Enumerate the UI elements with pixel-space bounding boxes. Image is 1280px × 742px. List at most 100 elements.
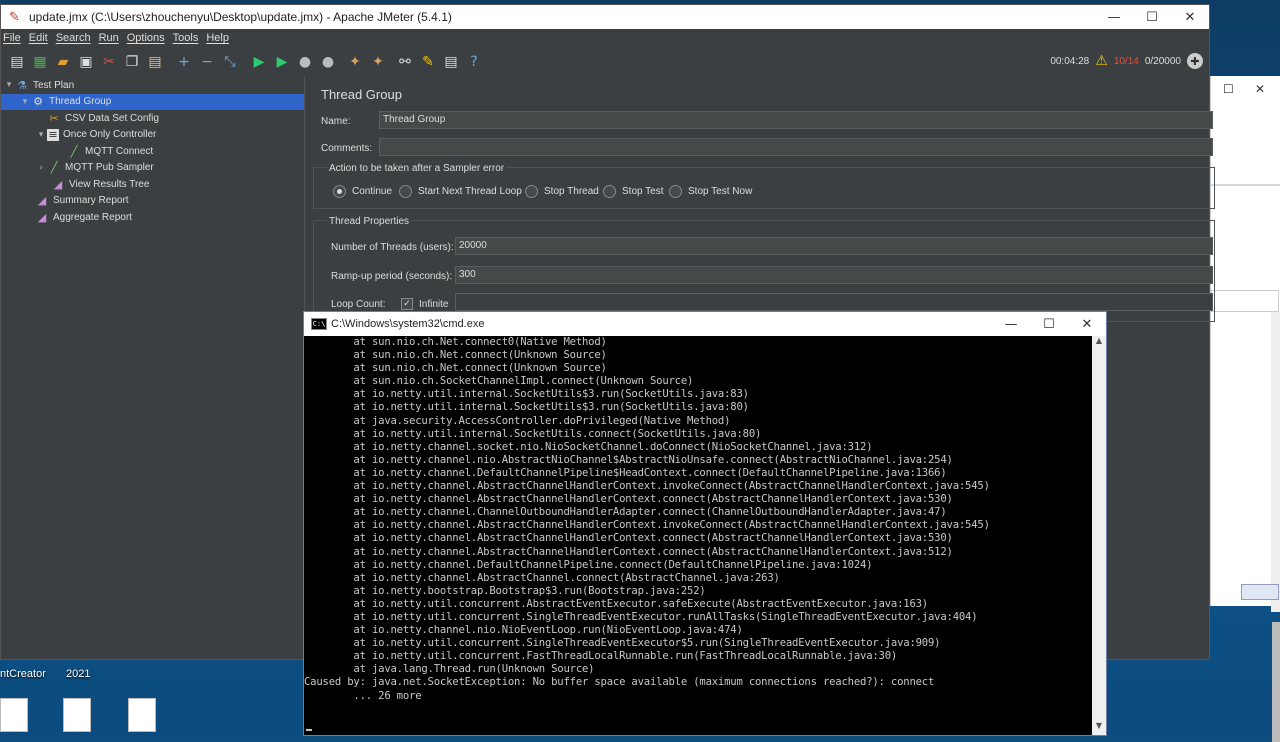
infinite-checkbox[interactable]: ✓ Infinite (401, 298, 448, 310)
console-line: at io.netty.channel.AbstractChannelHandl… (304, 532, 953, 545)
close-icon[interactable]: ✕ (1068, 312, 1106, 336)
spreadsheet-icon[interactable] (63, 698, 91, 732)
name-field[interactable]: Thread Group (379, 111, 1213, 129)
tree-item-label: CSV Data Set Config (65, 112, 159, 124)
menu-search[interactable]: Search (56, 32, 91, 44)
tree-item-aggregate-report[interactable]: ◢ Aggregate Report (1, 209, 304, 226)
function-helper-icon[interactable]: ▤ (441, 52, 461, 72)
name-label: Name: (321, 116, 351, 127)
test-plan-tree: ▾ ⚗ Test Plan ▾ ⚙ Thread Group ✂ CSV Dat… (1, 77, 305, 659)
help-icon[interactable]: ? (464, 52, 484, 72)
copy-icon[interactable]: ❐ (122, 52, 142, 72)
clear-all-icon[interactable]: ✦ (368, 52, 388, 72)
threads-field[interactable]: 20000 (455, 237, 1213, 255)
cut-icon[interactable]: ✂ (99, 52, 119, 72)
console-line: ... 26 more (304, 689, 422, 702)
view-toggle-icons[interactable] (1241, 584, 1279, 600)
radio-label: Stop Thread (544, 186, 599, 197)
expand-icon[interactable]: + (174, 52, 194, 72)
rampup-field[interactable]: 300 (455, 266, 1213, 284)
tree-item-csv-data-set[interactable]: ✂ CSV Data Set Config (1, 110, 304, 127)
radio-stop-thread[interactable]: Stop Thread (525, 185, 599, 198)
tree-item-summary-report[interactable]: ◢ Summary Report (1, 193, 304, 210)
paste-icon[interactable]: ▤ (145, 52, 165, 72)
controller-icon: ≡ (47, 128, 59, 142)
clear-icon[interactable]: ✦ (345, 52, 365, 72)
minimize-icon[interactable]: — (1095, 5, 1133, 29)
tree-item-once-only-controller[interactable]: ▾ ≡ Once Only Controller (1, 127, 304, 144)
desktop-label: 2021 (66, 668, 91, 680)
close-icon[interactable]: ✕ (1171, 5, 1209, 29)
reset-search-icon[interactable]: ✎ (418, 52, 438, 72)
console-line: at io.netty.channel.nio.NioEventLoop.run… (304, 624, 743, 637)
file-icon[interactable] (128, 698, 156, 732)
scroll-up-icon[interactable]: ▲ (1092, 336, 1106, 350)
minimize-icon[interactable]: — (992, 312, 1030, 336)
close-icon[interactable]: ✕ (1255, 82, 1265, 96)
menu-help[interactable]: Help (206, 32, 229, 44)
tree-item-mqtt-connect[interactable]: ╱ MQTT Connect (1, 143, 304, 160)
console-line: at io.netty.channel.AbstractChannelHandl… (304, 519, 990, 532)
title-bar: ✎ update.jmx (C:\Users\zhouchenyu\Deskto… (1, 5, 1209, 29)
error-count: 10/14 (1113, 55, 1139, 67)
console-line: at io.netty.channel.ChannelOutboundHandl… (304, 506, 947, 519)
menu-edit[interactable]: Edit (29, 32, 48, 44)
tree-item-view-results-tree[interactable]: ◢ View Results Tree (1, 176, 304, 193)
word-document-icon[interactable] (0, 698, 28, 732)
shutdown-icon[interactable]: ● (318, 52, 338, 72)
remote-globe-icon[interactable]: ✚ (1187, 53, 1203, 69)
scrollbar[interactable] (1271, 312, 1280, 742)
radio-stop-test[interactable]: Stop Test (603, 185, 664, 198)
restore-icon[interactable]: ☐ (1223, 82, 1234, 96)
new-icon[interactable]: ▤ (7, 52, 27, 72)
start-icon[interactable]: ▶ (249, 52, 269, 72)
console-line: Caused by: java.net.SocketException: No … (304, 676, 935, 689)
console-line: at io.netty.channel.AbstractChannelHandl… (304, 545, 953, 558)
console-line: at io.netty.channel.AbstractChannel.conn… (304, 571, 780, 584)
tree-item-mqtt-pub-sampler[interactable]: › ╱ MQTT Pub Sampler (1, 160, 304, 177)
radio-stop-test-now[interactable]: Stop Test Now (669, 185, 752, 198)
tree-item-thread-group[interactable]: ▾ ⚙ Thread Group (1, 93, 304, 110)
radio-start-next-thread-loop[interactable]: Start Next Thread Loop (399, 185, 522, 198)
stop-icon[interactable]: ● (295, 52, 315, 72)
menu-file[interactable]: File (3, 32, 21, 44)
open-icon[interactable]: ▰ (53, 52, 73, 72)
console-output[interactable]: at sun.nio.ch.Net.connect0(Native Method… (304, 336, 1092, 735)
radio-continue[interactable]: Continue (333, 185, 392, 198)
tree-item-label: Aggregate Report (53, 211, 132, 223)
scroll-down-icon[interactable]: ▼ (1092, 721, 1106, 735)
console-icon: C:\ (311, 318, 327, 330)
menu-tools[interactable]: Tools (173, 32, 199, 44)
cmd-scrollbar[interactable]: ▲ ▼ (1092, 336, 1106, 735)
comments-field[interactable] (379, 138, 1213, 156)
warning-icon[interactable]: ⚠ (1095, 53, 1108, 69)
flask-icon: ⚗ (17, 78, 27, 92)
active-threads: 0/20000 (1144, 55, 1181, 67)
tree-item-test-plan[interactable]: ▾ ⚗ Test Plan (1, 77, 304, 94)
search-box[interactable] (1211, 290, 1279, 312)
maximize-icon[interactable]: ☐ (1133, 5, 1171, 29)
loop-count-field[interactable] (455, 293, 1213, 311)
infinite-label: Infinite (419, 298, 449, 310)
save-icon[interactable]: ▣ (76, 52, 96, 72)
maximize-icon[interactable]: ☐ (1030, 312, 1068, 336)
expand-arrow-icon[interactable]: ▾ (19, 97, 31, 107)
expand-arrow-icon[interactable]: ▾ (3, 80, 15, 90)
chart-icon: ◢ (53, 177, 63, 191)
tree-item-label: MQTT Pub Sampler (65, 162, 154, 174)
console-line: at io.netty.channel.socket.nio.NioSocket… (304, 440, 873, 453)
console-line: at io.netty.util.internal.SocketUtils.co… (304, 427, 762, 440)
menu-run[interactable]: Run (99, 32, 119, 44)
toggle-icon[interactable]: ⤡ (220, 52, 240, 72)
tree-item-label: Summary Report (53, 195, 129, 207)
cmd-window: C:\ C:\Windows\system32\cmd.exe — ☐ ✕ at… (303, 311, 1107, 736)
search-icon[interactable]: ⚯ (395, 52, 415, 72)
error-action-title: Action to be taken after a Sampler error (327, 163, 507, 174)
console-line: at io.netty.channel.nio.AbstractNioChann… (304, 453, 953, 466)
expand-arrow-icon[interactable]: › (35, 163, 47, 173)
collapse-icon[interactable]: − (197, 52, 217, 72)
start-no-pause-icon[interactable]: ▶ (272, 52, 292, 72)
templates-icon[interactable]: ▦ (30, 52, 50, 72)
menu-options[interactable]: Options (127, 32, 165, 44)
expand-arrow-icon[interactable]: ▾ (35, 130, 47, 140)
